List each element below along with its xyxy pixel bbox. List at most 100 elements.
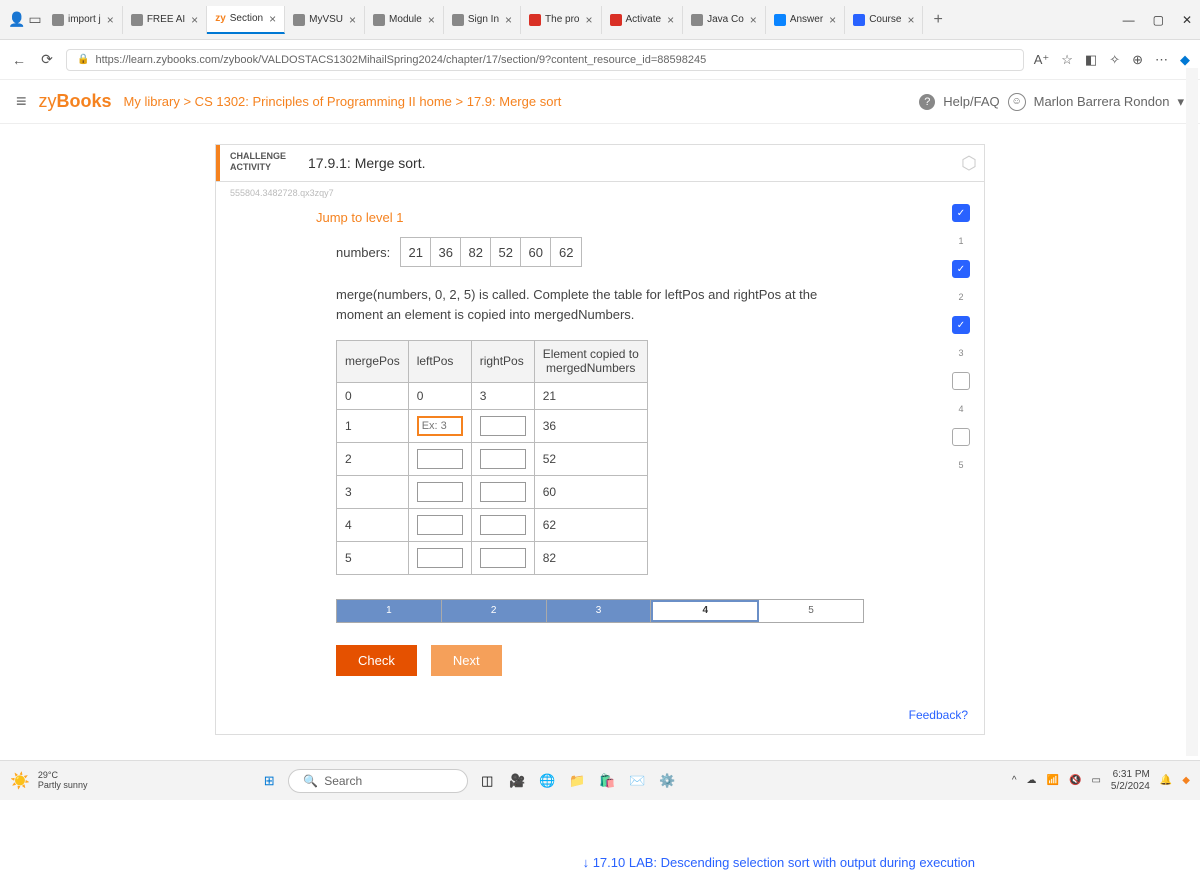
level-seg[interactable]: 5	[759, 600, 863, 622]
notifications-icon[interactable]: 🔔	[1160, 775, 1172, 786]
task-view-icon[interactable]: ◫	[476, 770, 498, 792]
back-icon[interactable]: ←	[10, 51, 28, 69]
taskbar-search[interactable]: 🔍 Search	[288, 769, 468, 793]
close-icon[interactable]: ×	[750, 13, 757, 27]
tab[interactable]: Sign In×	[444, 6, 521, 34]
weather-widget[interactable]: 29°CPartly sunny	[38, 771, 88, 791]
tab[interactable]: Module×	[365, 6, 444, 34]
tab-overview-icon[interactable]: ▭	[26, 11, 44, 29]
battery-icon[interactable]: ▭	[1091, 775, 1100, 786]
table-row: 1 36	[337, 409, 648, 442]
breadcrumb[interactable]: My library > CS 1302: Principles of Prog…	[124, 94, 562, 109]
close-icon[interactable]: ×	[907, 13, 914, 27]
close-icon[interactable]: ×	[428, 13, 435, 27]
tab[interactable]: MyVSU×	[285, 6, 365, 34]
favorite-icon[interactable]: ☆	[1061, 52, 1073, 68]
store-icon[interactable]: 🛍️	[596, 770, 618, 792]
user-name[interactable]: Marlon Barrera Rondon	[1034, 94, 1170, 109]
explorer-icon[interactable]: 📁	[566, 770, 588, 792]
more-icon[interactable]: ⋯	[1155, 52, 1168, 68]
scrollbar[interactable]	[1186, 68, 1198, 756]
level-indicator[interactable]	[952, 428, 970, 446]
level-indicator[interactable]: ✓	[952, 316, 970, 334]
copilot-icon[interactable]: ◆	[1180, 52, 1190, 68]
close-icon[interactable]: ×	[191, 13, 198, 27]
level-seg-current[interactable]: 4	[651, 600, 759, 622]
table-row: 4 62	[337, 508, 648, 541]
next-button[interactable]: Next	[431, 645, 502, 676]
read-aloud-icon[interactable]: A⁺	[1034, 52, 1050, 68]
help-icon[interactable]: ?	[919, 94, 935, 110]
profile-icon[interactable]: 👤	[8, 11, 26, 29]
collections-icon[interactable]: ✧	[1109, 52, 1120, 68]
rightpos-input[interactable]	[480, 548, 526, 568]
feedback-link[interactable]: Feedback?	[909, 708, 968, 722]
app-icon[interactable]: ⚙️	[656, 770, 678, 792]
rightpos-input[interactable]	[480, 449, 526, 469]
level-indicator[interactable]: ✓	[952, 260, 970, 278]
tab[interactable]: Activate×	[602, 6, 684, 34]
edge-icon[interactable]: 🌐	[536, 770, 558, 792]
tab[interactable]: The pro×	[521, 6, 601, 34]
extensions-icon[interactable]: ⊕	[1132, 52, 1143, 68]
split-icon[interactable]: ◧	[1085, 52, 1097, 68]
close-icon[interactable]: ×	[269, 12, 276, 26]
maximize-icon[interactable]: ▢	[1153, 13, 1164, 27]
zybooks-header: ≡ zyBooks My library > CS 1302: Principl…	[0, 80, 1200, 124]
menu-icon[interactable]: ≡	[16, 91, 27, 112]
level-seg[interactable]: 2	[442, 600, 547, 622]
question-id: 555804.3482728.qx3zqy7	[216, 182, 984, 204]
help-link[interactable]: Help/FAQ	[943, 94, 999, 109]
rightpos-input[interactable]	[480, 515, 526, 535]
weather-icon[interactable]: ☀️	[10, 771, 30, 791]
tab[interactable]: FREE AI×	[123, 6, 207, 34]
level-seg[interactable]: 3	[547, 600, 652, 622]
rightpos-input[interactable]	[480, 416, 526, 436]
tab[interactable]: import j×	[44, 6, 123, 34]
rightpos-input[interactable]	[480, 482, 526, 502]
clock[interactable]: 6:31 PM5/2/2024	[1111, 769, 1150, 793]
close-icon[interactable]: ×	[349, 13, 356, 27]
wifi-icon[interactable]: 📶	[1047, 775, 1059, 786]
user-icon[interactable]: ☺	[1008, 93, 1026, 111]
tab[interactable]: Course×	[845, 6, 923, 34]
leftpos-input[interactable]	[417, 449, 463, 469]
leftpos-input[interactable]	[417, 515, 463, 535]
activity-card: CHALLENGEACTIVITY 17.9.1: Merge sort. ⬡ …	[215, 144, 985, 735]
leftpos-input[interactable]	[417, 548, 463, 568]
close-icon[interactable]: ×	[586, 13, 593, 27]
next-section-link[interactable]: ↓ 17.10 LAB: Descending selection sort w…	[583, 855, 975, 870]
lock-icon: 🔒	[77, 54, 89, 65]
leftpos-input[interactable]	[417, 482, 463, 502]
merge-table: mergePos leftPos rightPos Element copied…	[336, 340, 648, 575]
app-icon[interactable]: 🎥	[506, 770, 528, 792]
mail-icon[interactable]: ✉️	[626, 770, 648, 792]
close-icon[interactable]: ×	[829, 13, 836, 27]
chevron-down-icon[interactable]: ▾	[1177, 94, 1184, 110]
jump-to-level-link[interactable]: Jump to level 1	[216, 204, 984, 237]
close-icon[interactable]: ×	[505, 13, 512, 27]
bookmark-icon[interactable]: ⬡	[954, 145, 984, 181]
close-icon[interactable]: ×	[107, 13, 114, 27]
zybooks-logo[interactable]: zyBooks	[39, 91, 112, 112]
level-seg[interactable]: 1	[337, 600, 442, 622]
start-icon[interactable]: ⊞	[258, 770, 280, 792]
close-window-icon[interactable]: ✕	[1182, 13, 1192, 27]
tab[interactable]: Answer×	[766, 6, 845, 34]
chevron-up-icon[interactable]: ^	[1012, 775, 1017, 786]
tab-active[interactable]: zySection×	[207, 6, 285, 34]
refresh-icon[interactable]: ⟳	[38, 51, 56, 69]
tab[interactable]: Java Co×	[683, 6, 766, 34]
check-button[interactable]: Check	[336, 645, 417, 676]
close-icon[interactable]: ×	[667, 13, 674, 27]
numbers-array: 21 36 82 52 60 62	[400, 237, 582, 267]
new-tab-button[interactable]: +	[923, 11, 952, 29]
url-input[interactable]: 🔒 https://learn.zybooks.com/zybook/VALDO…	[66, 49, 1024, 71]
copilot-tb-icon[interactable]: ◆	[1182, 775, 1190, 786]
minimize-icon[interactable]: —	[1123, 13, 1135, 27]
level-indicator[interactable]: ✓	[952, 204, 970, 222]
onedrive-icon[interactable]: ☁	[1027, 775, 1037, 786]
volume-icon[interactable]: 🔇	[1069, 775, 1081, 786]
level-indicator[interactable]	[952, 372, 970, 390]
leftpos-input[interactable]	[417, 416, 463, 436]
